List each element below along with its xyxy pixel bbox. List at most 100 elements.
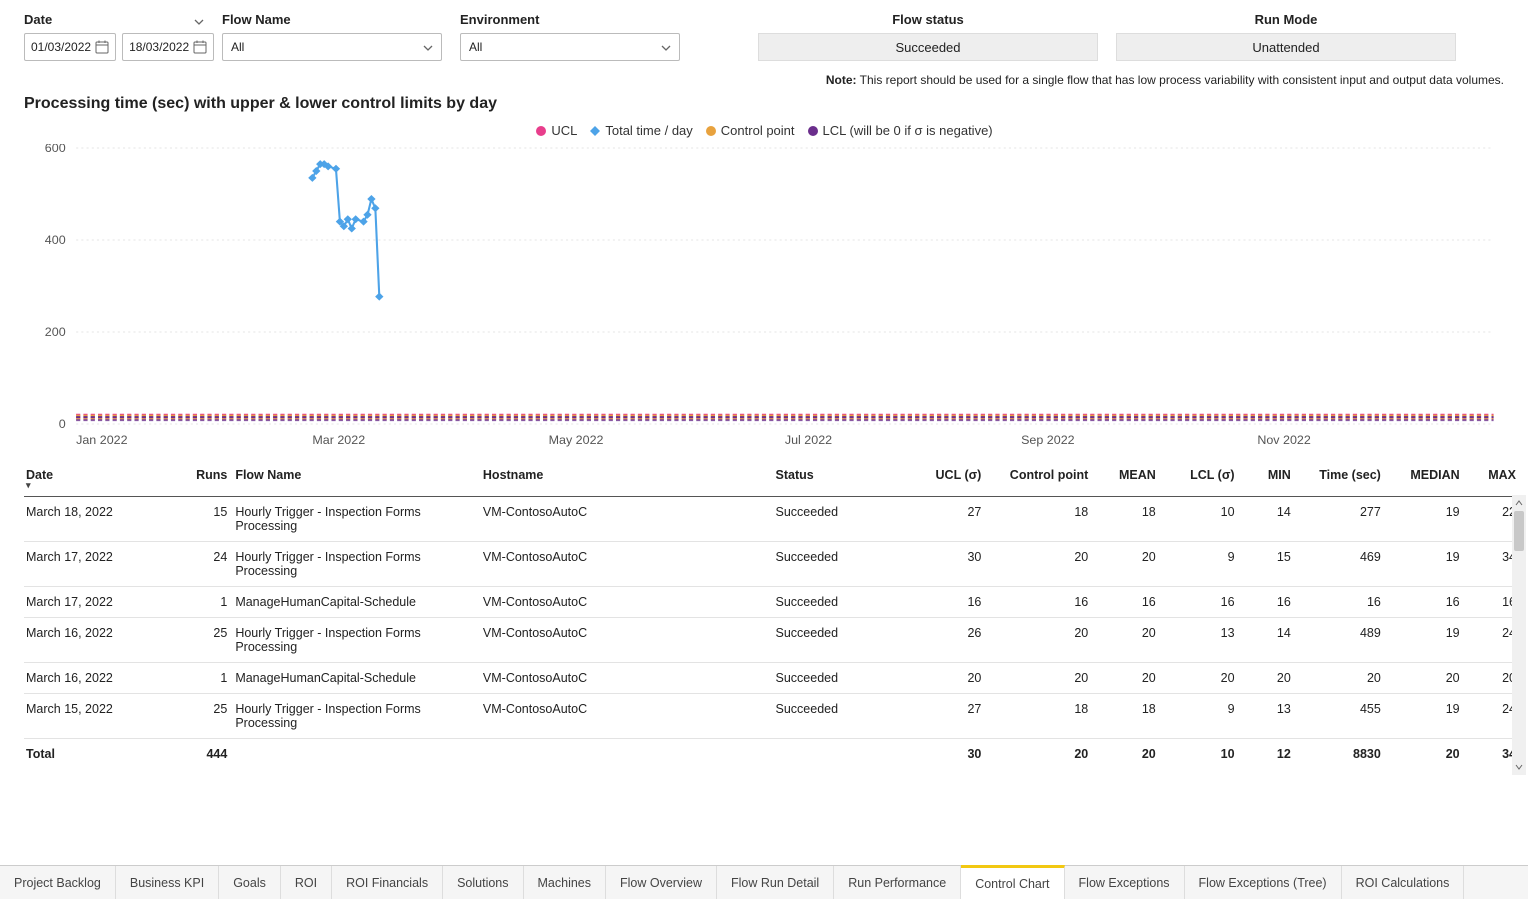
scroll-track[interactable]: [1512, 511, 1526, 759]
cell-runs: 25: [170, 694, 233, 739]
cell-min: 14: [1241, 618, 1297, 663]
data-table[interactable]: Date▾ Runs Flow Name Hostname Status UCL…: [24, 462, 1522, 769]
cell-mean: 20: [1094, 542, 1162, 587]
th-date[interactable]: Date▾: [24, 462, 170, 497]
tab-flow-run-detail[interactable]: Flow Run Detail: [717, 866, 834, 899]
svg-text:400: 400: [45, 233, 66, 247]
cell-host: VM-ContosoAutoC: [481, 497, 774, 542]
cell-date: March 16, 2022: [24, 618, 170, 663]
scroll-up-button[interactable]: [1512, 495, 1526, 511]
tab-control-chart[interactable]: Control Chart: [961, 865, 1064, 899]
cell-lcl: 20: [1162, 663, 1241, 694]
cell-median: 19: [1387, 618, 1466, 663]
date-from-input[interactable]: 01/03/2022: [24, 33, 116, 61]
th-time[interactable]: Time (sec): [1297, 462, 1387, 497]
cell-flow: Hourly Trigger - Inspection Forms Proces…: [233, 497, 481, 542]
tab-run-performance[interactable]: Run Performance: [834, 866, 961, 899]
cell-cp: 18: [987, 694, 1094, 739]
scroll-down-button[interactable]: [1512, 759, 1526, 775]
tab-roi-financials[interactable]: ROI Financials: [332, 866, 443, 899]
tab-business-kpi[interactable]: Business KPI: [116, 866, 219, 899]
flow-name-select[interactable]: All: [222, 33, 442, 61]
svg-text:Nov 2022: Nov 2022: [1257, 433, 1311, 447]
cell-date: March 15, 2022: [24, 694, 170, 739]
cell-min: 20: [1241, 663, 1297, 694]
cell-status: Succeeded: [774, 497, 909, 542]
chart-legend: UCL Total time / day Control point LCL (…: [24, 123, 1504, 138]
date-from-value: 01/03/2022: [31, 40, 91, 54]
cell-ucl: 26: [909, 618, 988, 663]
cell-cp: 20: [987, 663, 1094, 694]
legend-ucl: UCL: [535, 123, 577, 138]
tab-roi-calculations[interactable]: ROI Calculations: [1342, 866, 1465, 899]
table-row[interactable]: March 18, 202215Hourly Trigger - Inspect…: [24, 497, 1522, 542]
run-mode-slicer[interactable]: Unattended: [1116, 33, 1456, 61]
chart-title: Processing time (sec) with upper & lower…: [24, 95, 1504, 113]
flow-status-slicer[interactable]: Succeeded: [758, 33, 1098, 61]
table-scrollbar[interactable]: [1512, 495, 1526, 775]
tab-flow-exceptions[interactable]: Flow Exceptions: [1065, 866, 1185, 899]
svg-text:Jan 2022: Jan 2022: [76, 433, 128, 447]
cell-runs: 1: [170, 663, 233, 694]
cell-cp: 16: [987, 587, 1094, 618]
cell-total-min: 12: [1241, 739, 1297, 770]
control-chart[interactable]: 0200400600Jan 2022Mar 2022May 2022Jul 20…: [24, 144, 1504, 454]
tab-roi[interactable]: ROI: [281, 866, 332, 899]
cell-host: VM-ContosoAutoC: [481, 694, 774, 739]
tab-flow-overview[interactable]: Flow Overview: [606, 866, 717, 899]
th-max[interactable]: MAX: [1466, 462, 1522, 497]
table-row[interactable]: March 17, 202224Hourly Trigger - Inspect…: [24, 542, 1522, 587]
th-mean[interactable]: MEAN: [1094, 462, 1162, 497]
cell-time: 16: [1297, 587, 1387, 618]
th-flow[interactable]: Flow Name: [233, 462, 481, 497]
th-median[interactable]: MEDIAN: [1387, 462, 1466, 497]
chevron-down-icon: [661, 42, 671, 52]
table-total-row: Total444302020101288302034: [24, 739, 1522, 770]
run-mode-filter: Run Mode Unattended: [1116, 12, 1456, 61]
cell-median: 16: [1387, 587, 1466, 618]
cell-flow: Hourly Trigger - Inspection Forms Proces…: [233, 618, 481, 663]
svg-text:600: 600: [45, 144, 66, 155]
table-row[interactable]: March 16, 20221ManageHumanCapital-Schedu…: [24, 663, 1522, 694]
cell-min: 16: [1241, 587, 1297, 618]
chevron-down-icon[interactable]: [194, 15, 204, 25]
th-lcl[interactable]: LCL (σ): [1162, 462, 1241, 497]
table-header-row: Date▾ Runs Flow Name Hostname Status UCL…: [24, 462, 1522, 497]
note-body: This report should be used for a single …: [857, 73, 1504, 87]
table-row[interactable]: March 16, 202225Hourly Trigger - Inspect…: [24, 618, 1522, 663]
tab-flow-exceptions-tree-[interactable]: Flow Exceptions (Tree): [1185, 866, 1342, 899]
date-label: Date: [24, 12, 52, 27]
th-min[interactable]: MIN: [1241, 462, 1297, 497]
cell-total-mean: 20: [1094, 739, 1162, 770]
th-runs[interactable]: Runs: [170, 462, 233, 497]
cell-min: 14: [1241, 497, 1297, 542]
th-status[interactable]: Status: [774, 462, 909, 497]
tab-machines[interactable]: Machines: [524, 866, 607, 899]
th-host[interactable]: Hostname: [481, 462, 774, 497]
cell-ucl: 30: [909, 542, 988, 587]
tab-goals[interactable]: Goals: [219, 866, 281, 899]
tab-solutions[interactable]: Solutions: [443, 866, 523, 899]
table-row[interactable]: March 17, 20221ManageHumanCapital-Schedu…: [24, 587, 1522, 618]
cell-lcl: 9: [1162, 542, 1241, 587]
cell-host: VM-ContosoAutoC: [481, 663, 774, 694]
scroll-thumb[interactable]: [1514, 511, 1524, 551]
th-ucl[interactable]: UCL (σ): [909, 462, 988, 497]
environment-select[interactable]: All: [460, 33, 680, 61]
cell-flow: Hourly Trigger - Inspection Forms Proces…: [233, 694, 481, 739]
table-row[interactable]: March 15, 202225Hourly Trigger - Inspect…: [24, 694, 1522, 739]
cell-date: March 18, 2022: [24, 497, 170, 542]
cell-mean: 18: [1094, 694, 1162, 739]
date-to-input[interactable]: 18/03/2022: [122, 33, 214, 61]
environment-filter: Environment All: [460, 12, 680, 61]
flow-name-label: Flow Name: [222, 12, 442, 27]
th-cp[interactable]: Control point: [987, 462, 1094, 497]
cell-lcl: 10: [1162, 497, 1241, 542]
flow-status-filter: Flow status Succeeded: [758, 12, 1098, 61]
cell-time: 469: [1297, 542, 1387, 587]
cell-mean: 20: [1094, 663, 1162, 694]
flow-name-value: All: [231, 40, 244, 54]
date-to-value: 18/03/2022: [129, 40, 189, 54]
cell-status: Succeeded: [774, 587, 909, 618]
tab-project-backlog[interactable]: Project Backlog: [0, 866, 116, 899]
